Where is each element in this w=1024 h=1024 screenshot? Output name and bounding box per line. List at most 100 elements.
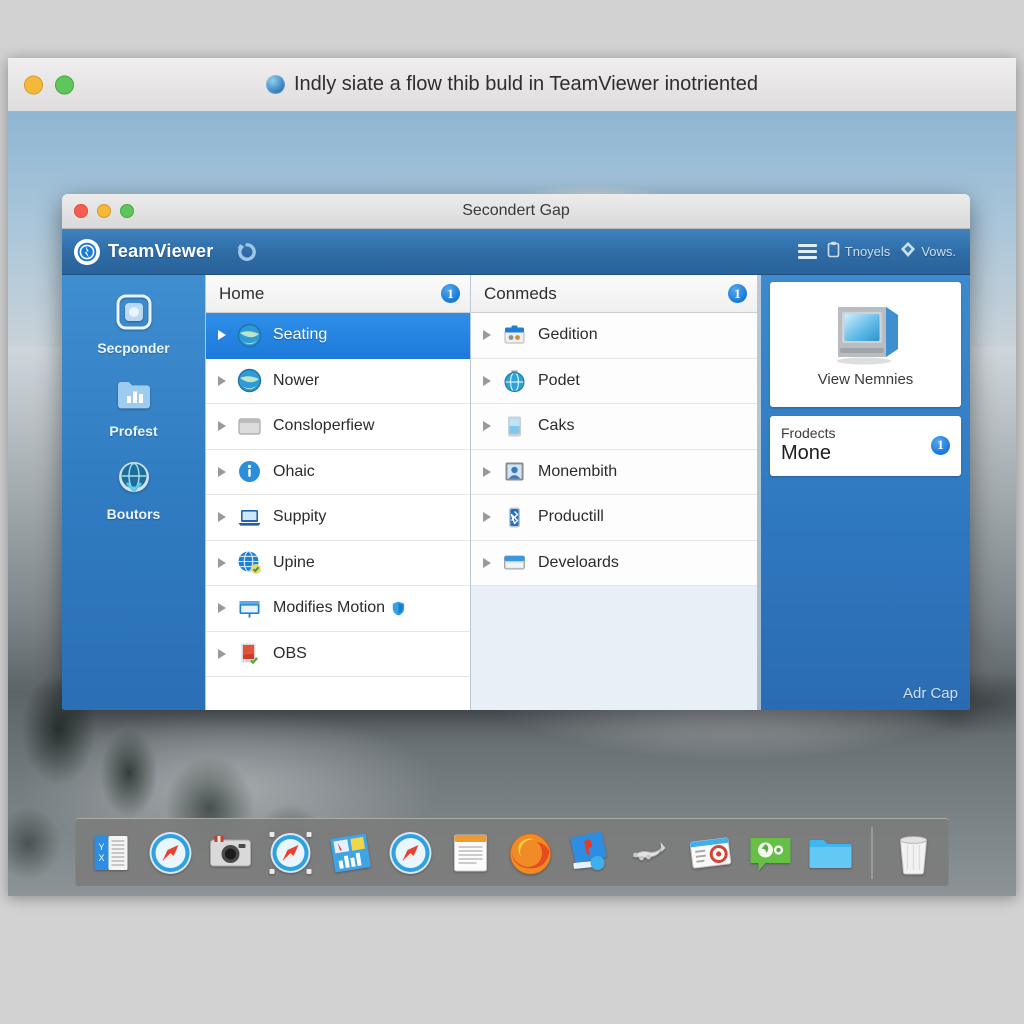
view-nemnies-label: View Nemnies (817, 371, 914, 388)
minimize-button[interactable] (24, 75, 43, 94)
list-item-develoards[interactable]: Develoards (471, 540, 757, 586)
dock-safari-2-icon[interactable] (266, 828, 316, 878)
list-item-consloperfiew[interactable]: Consloperfiew (206, 404, 470, 450)
outer-window: Indly siate a flow thib buld in TeamView… (8, 58, 1016, 896)
chevron-right-icon[interactable] (483, 330, 491, 341)
list-label-develoards: Develoards (538, 553, 619, 571)
list-label-podet: Podet (538, 371, 580, 389)
dock-safari-icon[interactable] (146, 828, 196, 878)
dock-trash-icon[interactable] (889, 828, 939, 878)
products-value: Mone (781, 442, 832, 464)
dock-pointer-icon[interactable] (626, 828, 676, 878)
info-badge-products[interactable]: 1 (931, 435, 950, 455)
view-nemnies-card[interactable]: View Nemnies (770, 282, 961, 407)
chevron-right-icon[interactable] (218, 512, 226, 523)
teamviewer-right-panel: View Nemnies Frodects Mone 1 Adr Cap (761, 275, 970, 710)
info-badge-home[interactable]: 1 (441, 284, 460, 303)
teamviewer-body: Secponder Profest Boutors Home 1 Seating… (62, 275, 970, 710)
toolbar-item-tnoyels[interactable]: Tnoyels (827, 241, 890, 263)
dock-textedit-icon[interactable] (446, 828, 496, 878)
teamviewer-brand-text: TeamViewer (108, 241, 214, 261)
zoom-button[interactable] (120, 204, 134, 218)
list-item-ohaic[interactable]: Ohaic (206, 449, 470, 495)
teamviewer-traffic-lights[interactable] (74, 204, 134, 218)
chevron-right-icon[interactable] (218, 421, 226, 432)
chevron-right-icon[interactable] (483, 512, 491, 523)
chevron-right-icon[interactable] (483, 557, 491, 568)
dock-folder-icon[interactable] (806, 828, 856, 878)
network-globe-icon (111, 455, 157, 501)
dock-presentation-icon[interactable] (566, 828, 616, 878)
chevron-right-icon[interactable] (218, 557, 226, 568)
chevron-right-icon[interactable] (218, 375, 226, 386)
clipboard-icon (827, 241, 840, 263)
outer-traffic-lights[interactable] (24, 75, 74, 94)
list-home[interactable]: Seating Nower Consloperfiew Ohaic Suppit… (206, 313, 470, 710)
column-home: Home 1 Seating Nower Consloperfiew Ohaic… (205, 275, 470, 710)
dock-camera-icon[interactable] (206, 828, 256, 878)
zoom-button[interactable] (55, 75, 74, 94)
dock-keynote-icon[interactable] (326, 828, 376, 878)
close-button[interactable] (74, 204, 88, 218)
chart-folder-icon (111, 372, 157, 418)
dock-news-icon[interactable] (686, 828, 736, 878)
chevron-right-icon[interactable] (483, 375, 491, 386)
list-view-icon[interactable] (797, 244, 817, 259)
list-label-consloperfiew: Consloperfiew (273, 417, 375, 435)
sidebar-item-boutors[interactable]: Boutors (62, 455, 205, 522)
chevron-right-icon[interactable] (483, 466, 491, 477)
contact-card-icon (502, 459, 527, 484)
list-item-upine[interactable]: Upine (206, 540, 470, 586)
sidebar-label-secponder: Secponder (97, 340, 170, 356)
toolbar-item-vows[interactable]: Vows. (900, 241, 956, 263)
minimize-button[interactable] (97, 204, 111, 218)
list-item-seating[interactable]: Seating (206, 313, 470, 359)
crt-monitor-icon (828, 301, 904, 367)
dock-pages-icon[interactable]: Y X (86, 828, 136, 878)
diamond-icon (900, 241, 916, 263)
list-label-nower: Nower (273, 371, 320, 389)
column-header-home: Home 1 (206, 275, 470, 313)
teamviewer-brand: TeamViewer (74, 238, 259, 265)
chevron-right-icon[interactable] (218, 330, 226, 341)
list-label-monembith: Monembith (538, 462, 618, 480)
svg-text:Y: Y (98, 842, 104, 852)
sidebar-item-secponder[interactable]: Secponder (62, 289, 205, 356)
dock-safari-3-icon[interactable] (386, 828, 436, 878)
dock-separator (871, 826, 873, 879)
sidebar-item-profest[interactable]: Profest (62, 372, 205, 439)
products-card[interactable]: Frodects Mone 1 (770, 416, 961, 476)
globe-grid-icon (237, 550, 262, 575)
teamviewer-logo-icon (74, 238, 100, 265)
window-blue-icon (502, 550, 527, 575)
screenshot-root: Indly siate a flow thib buld in TeamView… (0, 0, 1024, 1024)
laptop-icon (237, 505, 262, 530)
chevron-right-icon[interactable] (218, 648, 226, 659)
list-item-productill[interactable]: Productill (471, 495, 757, 541)
list-item-podet[interactable]: Podet (471, 358, 757, 404)
list-contacts[interactable]: Gedition Podet Caks Monembith Productill… (471, 313, 757, 710)
dock-messages-icon[interactable] (746, 828, 796, 878)
list-item-obs[interactable]: OBS (206, 631, 470, 677)
list-item-nower[interactable]: Nower (206, 358, 470, 404)
chevron-right-icon[interactable] (483, 421, 491, 432)
list-item-modifies-motion[interactable]: Modifies Motion (206, 586, 470, 632)
column-header-contacts: Conmeds 1 (471, 275, 757, 313)
chevron-right-icon[interactable] (218, 466, 226, 477)
list-item-gedition[interactable]: Gedition (471, 313, 757, 359)
list-item-monembith[interactable]: Monembith (471, 449, 757, 495)
info-badge-contacts[interactable]: 1 (728, 284, 747, 303)
list-label-modifies-motion: Modifies Motion (273, 599, 386, 617)
chevron-right-icon[interactable] (218, 603, 226, 614)
column-title-contacts: Conmeds (484, 283, 557, 303)
dock-firefox-icon[interactable] (506, 828, 556, 878)
toolbox-icon (502, 323, 527, 348)
list-label-gedition: Gedition (538, 326, 598, 344)
globe-pin-icon (502, 368, 527, 393)
list-item-suppity[interactable]: Suppity (206, 495, 470, 541)
refresh-circle-icon[interactable] (235, 240, 259, 264)
desktop-wallpaper: Secondert Gap TeamViewer Tnoyels Vows. S… (8, 112, 1016, 896)
list-item-caks[interactable]: Caks (471, 404, 757, 450)
globe-clock-icon (237, 368, 262, 393)
globe-clock-icon (237, 323, 262, 348)
